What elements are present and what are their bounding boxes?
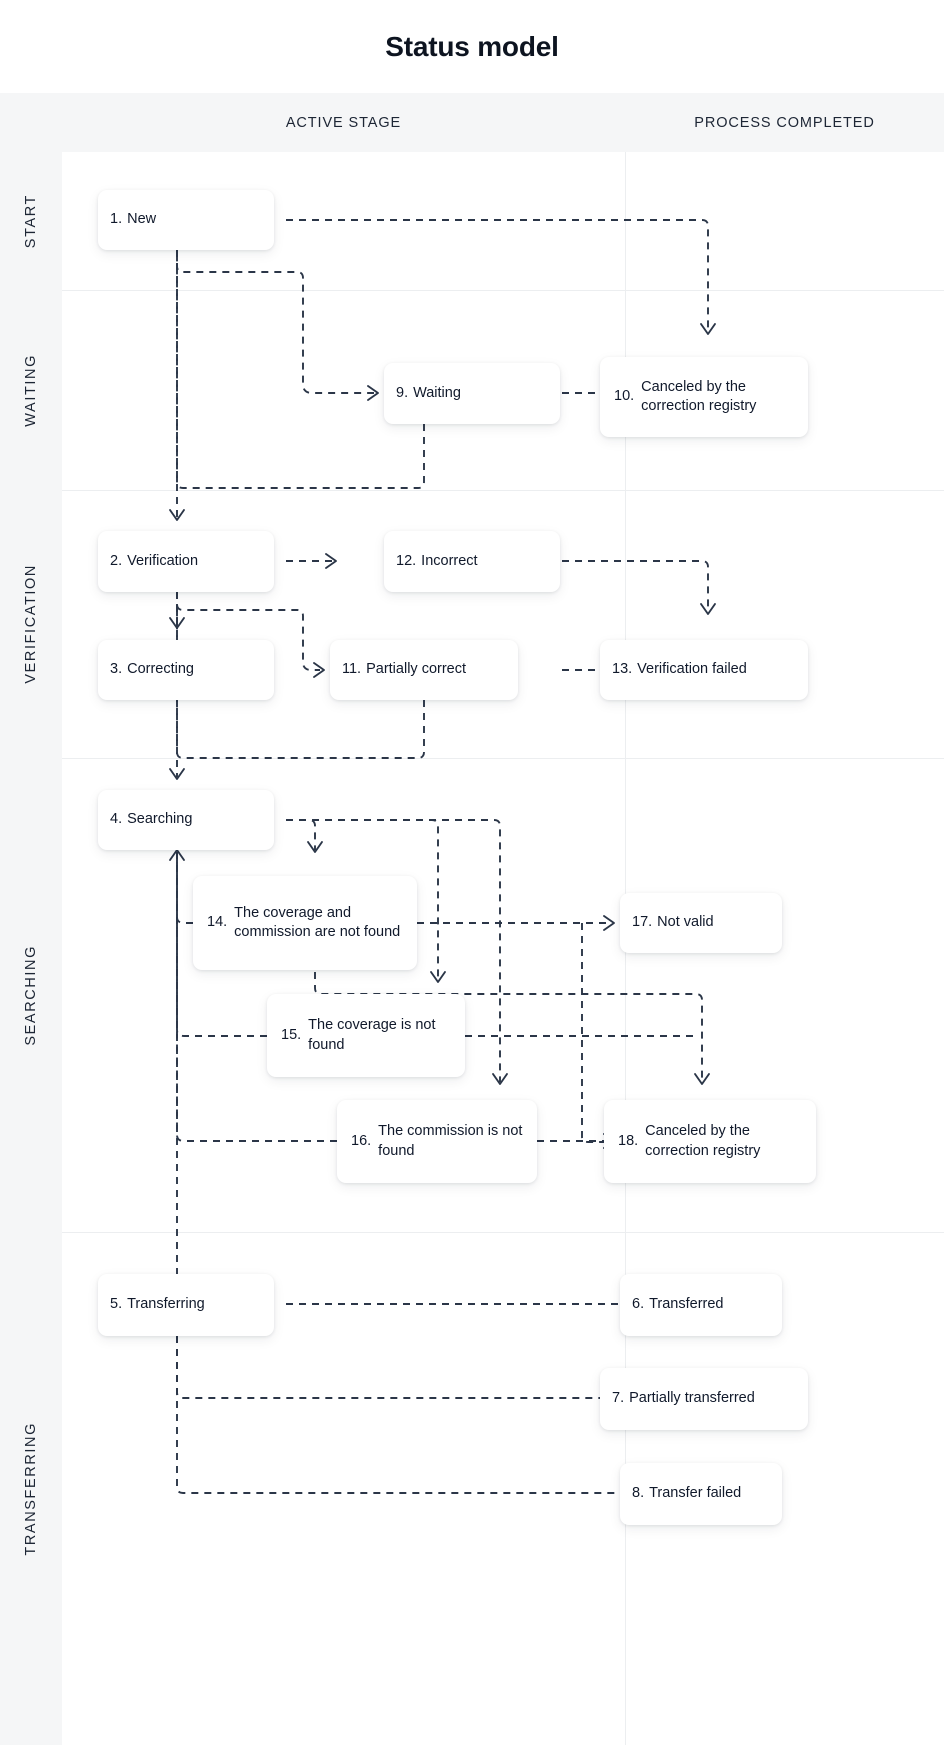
node-label: Partially transferred [629, 1390, 755, 1407]
node-label: The coverage and commission are not foun… [234, 904, 401, 940]
stage-rail: START WAITING VERIFICATION SEARCHING TRA… [0, 152, 62, 1745]
node-12-incorrect[interactable]: 12. Incorrect [384, 531, 560, 592]
node-label: Transferring [127, 1296, 205, 1313]
node-18-canceled-by-correction-registry[interactable]: 18. Canceled by the correction registry [604, 1100, 816, 1183]
stage-label-searching: SEARCHING [23, 944, 39, 1046]
node-label: Correcting [127, 661, 194, 678]
node-number: 17. [632, 914, 653, 931]
node-1-new[interactable]: 1. New [98, 190, 274, 250]
row-divider-waiting-verification [62, 490, 944, 491]
node-number: 18. [618, 1132, 639, 1149]
node-13-verification-failed[interactable]: 13. Verification failed [600, 640, 808, 700]
row-divider-start-waiting [62, 290, 944, 291]
node-number: 7. [612, 1390, 625, 1407]
node-label: Verification [127, 552, 199, 569]
node-number: 8. [632, 1485, 645, 1502]
node-number: 9. [396, 384, 409, 401]
node-5-transferring[interactable]: 5. Transferring [98, 1274, 274, 1336]
node-number: 12. [396, 552, 417, 569]
node-label: Not valid [657, 914, 714, 931]
stage-label-start: START [23, 193, 39, 249]
node-number: 3. [110, 661, 123, 678]
node-11-partially-correct[interactable]: 11. Partially correct [330, 640, 518, 700]
node-3-correcting[interactable]: 3. Correcting [98, 640, 274, 700]
node-number: 11. [342, 661, 362, 678]
node-9-waiting[interactable]: 9. Waiting [384, 363, 560, 424]
node-label: Transfer failed [649, 1485, 742, 1502]
node-8-transfer-failed[interactable]: 8. Transfer failed [620, 1463, 782, 1525]
node-number: 6. [632, 1296, 645, 1313]
node-number: 15. [281, 1026, 302, 1043]
title-bar: Status model [0, 0, 944, 93]
node-label: Partially correct [366, 661, 467, 678]
node-number: 13. [612, 661, 633, 678]
row-divider-searching-transferring [62, 1232, 944, 1233]
node-number: 1. [110, 211, 123, 228]
node-label: Incorrect [421, 552, 478, 569]
status-model-diagram: Status model ACTIVE STAGE PROCESS COMPLE… [0, 0, 944, 1745]
node-label: Waiting [413, 384, 461, 401]
page-title: Status model [385, 30, 559, 62]
node-label: Transferred [649, 1296, 724, 1313]
diagram-canvas: 1. New 9. Waiting 10. Canceled by the co… [62, 152, 944, 1745]
node-7-partially-transferred[interactable]: 7. Partially transferred [600, 1368, 808, 1430]
node-number: 16. [351, 1132, 372, 1149]
node-2-verification[interactable]: 2. Verification [98, 531, 274, 592]
node-label: Canceled by the correction registry [641, 378, 757, 414]
node-number: 2. [110, 552, 123, 569]
column-header-band: ACTIVE STAGE PROCESS COMPLETED [0, 93, 944, 152]
node-number: 10. [614, 388, 635, 405]
node-14-coverage-and-commission-not-found[interactable]: 14. The coverage and commission are not … [193, 876, 417, 970]
stage-label-verification: VERIFICATION [23, 564, 39, 684]
node-10-canceled-by-correction-registry[interactable]: 10. Canceled by the correction registry [600, 357, 808, 437]
node-number: 5. [110, 1296, 123, 1313]
stage-label-waiting: WAITING [23, 353, 39, 427]
node-label: Canceled by the correction registry [645, 1123, 761, 1159]
column-header-process-completed: PROCESS COMPLETED [694, 114, 875, 131]
node-label: The coverage is not found [308, 1017, 436, 1053]
row-divider-verification-searching [62, 758, 944, 759]
node-label: New [127, 211, 157, 228]
node-17-not-valid[interactable]: 17. Not valid [620, 893, 782, 953]
node-4-searching[interactable]: 4. Searching [98, 790, 274, 850]
node-label: The commission is not found [378, 1123, 523, 1159]
node-number: 4. [110, 811, 123, 828]
node-16-commission-not-found[interactable]: 16. The commission is not found [337, 1100, 537, 1183]
node-label: Verification failed [637, 661, 747, 678]
node-15-coverage-not-found[interactable]: 15. The coverage is not found [267, 994, 465, 1077]
node-6-transferred[interactable]: 6. Transferred [620, 1274, 782, 1336]
node-number: 14. [207, 914, 228, 931]
column-header-active-stage: ACTIVE STAGE [285, 114, 402, 131]
stage-label-transferring: TRANSFERRING [23, 1421, 39, 1556]
node-label: Searching [127, 811, 193, 828]
